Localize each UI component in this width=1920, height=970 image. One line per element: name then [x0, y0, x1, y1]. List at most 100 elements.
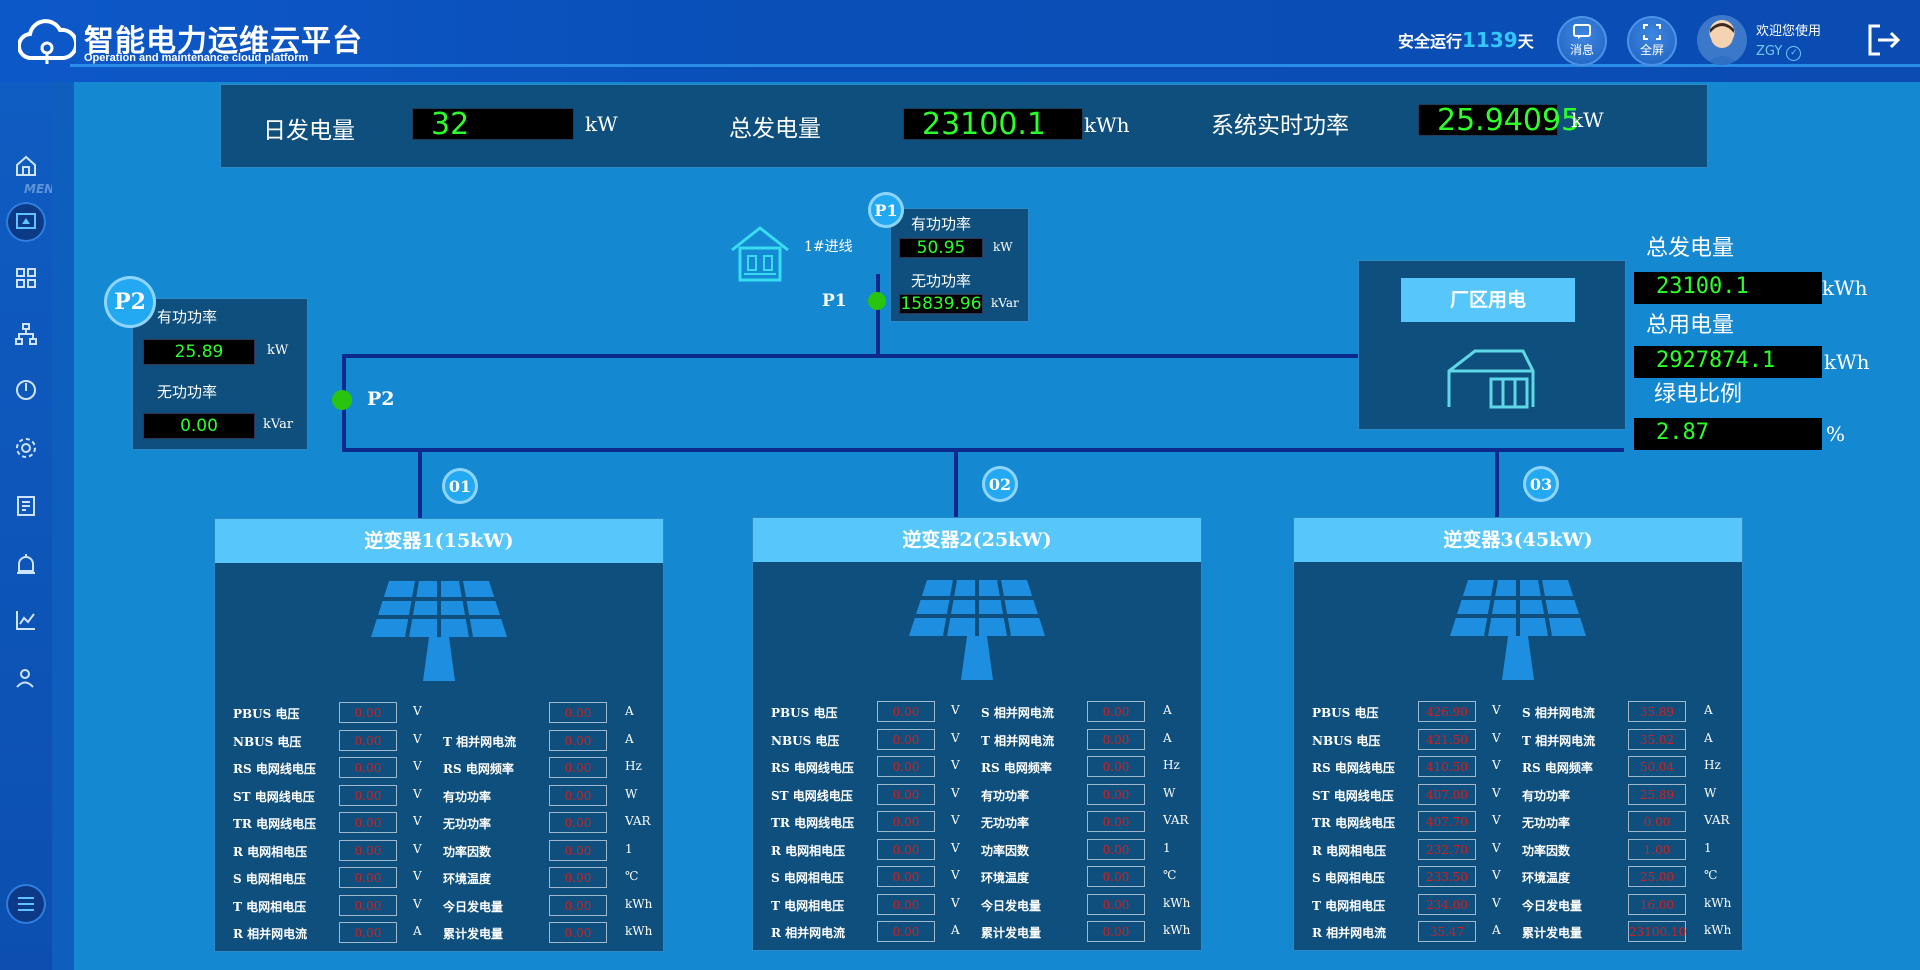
- param-label: ST 电网线电压: [233, 790, 315, 804]
- sidebar-item-report[interactable]: [12, 492, 40, 520]
- param-unit: 1: [1163, 841, 1171, 855]
- param-unit: A: [625, 732, 634, 746]
- param-label: RS 电网线电压: [1312, 761, 1395, 775]
- grid-icon: [16, 268, 36, 288]
- param-label: PBUS 电压: [771, 706, 838, 720]
- param-unit: V: [1492, 703, 1501, 717]
- param-label: 无功功率: [1522, 816, 1571, 830]
- param-unit: V: [413, 787, 422, 801]
- param-value: 0.00: [877, 921, 935, 942]
- p1-active-unit: kW: [993, 240, 1013, 254]
- param-unit: kWh: [1704, 923, 1732, 937]
- param-label: T 电网相电压: [1312, 899, 1386, 913]
- topology-icon: [15, 323, 37, 345]
- param-label: 有功功率: [1522, 789, 1571, 803]
- param-value: 0.00: [549, 840, 607, 861]
- user-menu[interactable]: ZGY ✓: [1756, 44, 1802, 61]
- param-value: 0.00: [339, 867, 397, 888]
- param-value: 0.00: [1087, 921, 1145, 942]
- param-value: 233.50: [1418, 866, 1476, 887]
- daily-generation-value: 32: [412, 108, 574, 141]
- param-value: 0.00: [549, 730, 607, 751]
- param-label: TR 电网线电压: [233, 817, 317, 831]
- fullscreen-label: 全屏: [1639, 43, 1664, 57]
- solar-panel-icon: [909, 579, 1045, 680]
- param-label: R 电网相电压: [771, 844, 846, 858]
- sidebar-item-home[interactable]: [12, 152, 40, 180]
- branch-badge-01: 01: [442, 468, 478, 504]
- param-unit: V: [413, 759, 422, 773]
- kpi-summary-bar: 日发电量 32 kW 总发电量 23100.1 kWh 系统实时功率 25.94…: [220, 84, 1708, 168]
- inverter-card: 逆变器1(15kW) PBUS 电压 0.00 V NBUS 电压 0.00 V RS 电网…: [214, 518, 664, 952]
- param-unit: A: [625, 704, 634, 718]
- menu-icon: [18, 897, 34, 911]
- p2-status-dot: [332, 390, 352, 410]
- sidebar-item-settings[interactable]: [12, 434, 40, 462]
- sidebar-item-monitor[interactable]: [6, 202, 46, 242]
- param-label: TR 电网线电压: [771, 816, 855, 830]
- factory-building-icon: [1447, 349, 1535, 409]
- param-unit: V: [413, 869, 422, 883]
- param-value: 0.00: [877, 784, 935, 805]
- avatar[interactable]: [1697, 15, 1747, 65]
- p2-badge: P2: [104, 276, 156, 328]
- factory-title: 厂区用电: [1401, 278, 1575, 322]
- inverter-card: 逆变器2(25kW) PBUS 电压 0.00 V NBUS 电压 0.00 V RS 电网…: [752, 517, 1202, 951]
- param-value: 25.00: [1628, 866, 1686, 887]
- param-label: TR 电网线电压: [1312, 816, 1396, 830]
- message-icon: [1573, 24, 1591, 39]
- total-generation-label: 总发电量: [729, 116, 821, 142]
- param-label: NBUS 电压: [1312, 734, 1381, 748]
- p1-active-value: 50.95: [899, 238, 983, 258]
- safety-days-indicator: 安全运行1139天: [1398, 28, 1534, 52]
- param-unit: V: [1492, 896, 1501, 910]
- branch-line-01: [418, 450, 422, 518]
- sidebar-item-grid[interactable]: [12, 264, 40, 292]
- sidebar-item-power[interactable]: [12, 376, 40, 404]
- factory-total-gen-value: 23100.1: [1634, 272, 1822, 304]
- param-value: 232.70: [1418, 839, 1476, 860]
- param-label: T 电网相电压: [771, 899, 845, 913]
- param-unit: VAR: [625, 814, 651, 828]
- safety-prefix: 安全运行: [1398, 32, 1463, 51]
- green-ratio-unit: %: [1826, 422, 1846, 446]
- param-label: R 电网相电压: [1312, 844, 1387, 858]
- param-unit: V: [951, 896, 960, 910]
- sidebar-item-topology[interactable]: [12, 320, 40, 348]
- sidebar-item-alarm[interactable]: [12, 550, 40, 578]
- param-label: 累计发电量: [981, 926, 1042, 940]
- monitor-icon: [16, 213, 36, 229]
- param-label: RS 电网线电压: [771, 761, 854, 775]
- param-unit: VAR: [1704, 813, 1730, 827]
- branch-badge-02: 02: [982, 466, 1018, 502]
- param-value: 410.50: [1418, 756, 1476, 777]
- param-label: 环境温度: [443, 872, 492, 886]
- chart-icon: [16, 611, 35, 630]
- param-value: 0.00: [1087, 839, 1145, 860]
- inverter-title: 逆变器3(45kW): [1294, 518, 1742, 562]
- sidebar-item-menu[interactable]: [6, 884, 46, 924]
- param-unit: kWh: [1704, 896, 1732, 910]
- branch-line-03: [1495, 450, 1499, 518]
- sidebar-item-chart[interactable]: [12, 606, 40, 634]
- fullscreen-button[interactable]: 全屏: [1627, 16, 1677, 66]
- param-unit: V: [1492, 731, 1501, 745]
- param-unit: kWh: [1163, 923, 1191, 937]
- param-value: 35.89: [1628, 701, 1686, 722]
- param-value: 0.00: [339, 840, 397, 861]
- header-bar: 智能电力运维云平台 Operation and maintenance clou…: [0, 0, 1920, 82]
- param-value: 0.00: [877, 729, 935, 750]
- param-value: 23100.10: [1628, 921, 1686, 942]
- message-button[interactable]: 消息: [1557, 16, 1607, 66]
- param-label: T 相并网电流: [443, 735, 517, 749]
- p2-panel: 有功功率 25.89 kW 无功功率 0.00 kVar: [132, 298, 308, 450]
- param-label: 有功功率: [443, 790, 492, 804]
- param-unit: A: [1163, 731, 1172, 745]
- logout-icon[interactable]: [1864, 20, 1904, 60]
- param-value: 0.00: [1087, 811, 1145, 832]
- param-value: 0.00: [339, 757, 397, 778]
- param-label: ST 电网线电压: [1312, 789, 1394, 803]
- p2-active-unit: kW: [267, 343, 289, 358]
- param-value: 407.00: [1418, 784, 1476, 805]
- sidebar-item-user[interactable]: [12, 664, 40, 692]
